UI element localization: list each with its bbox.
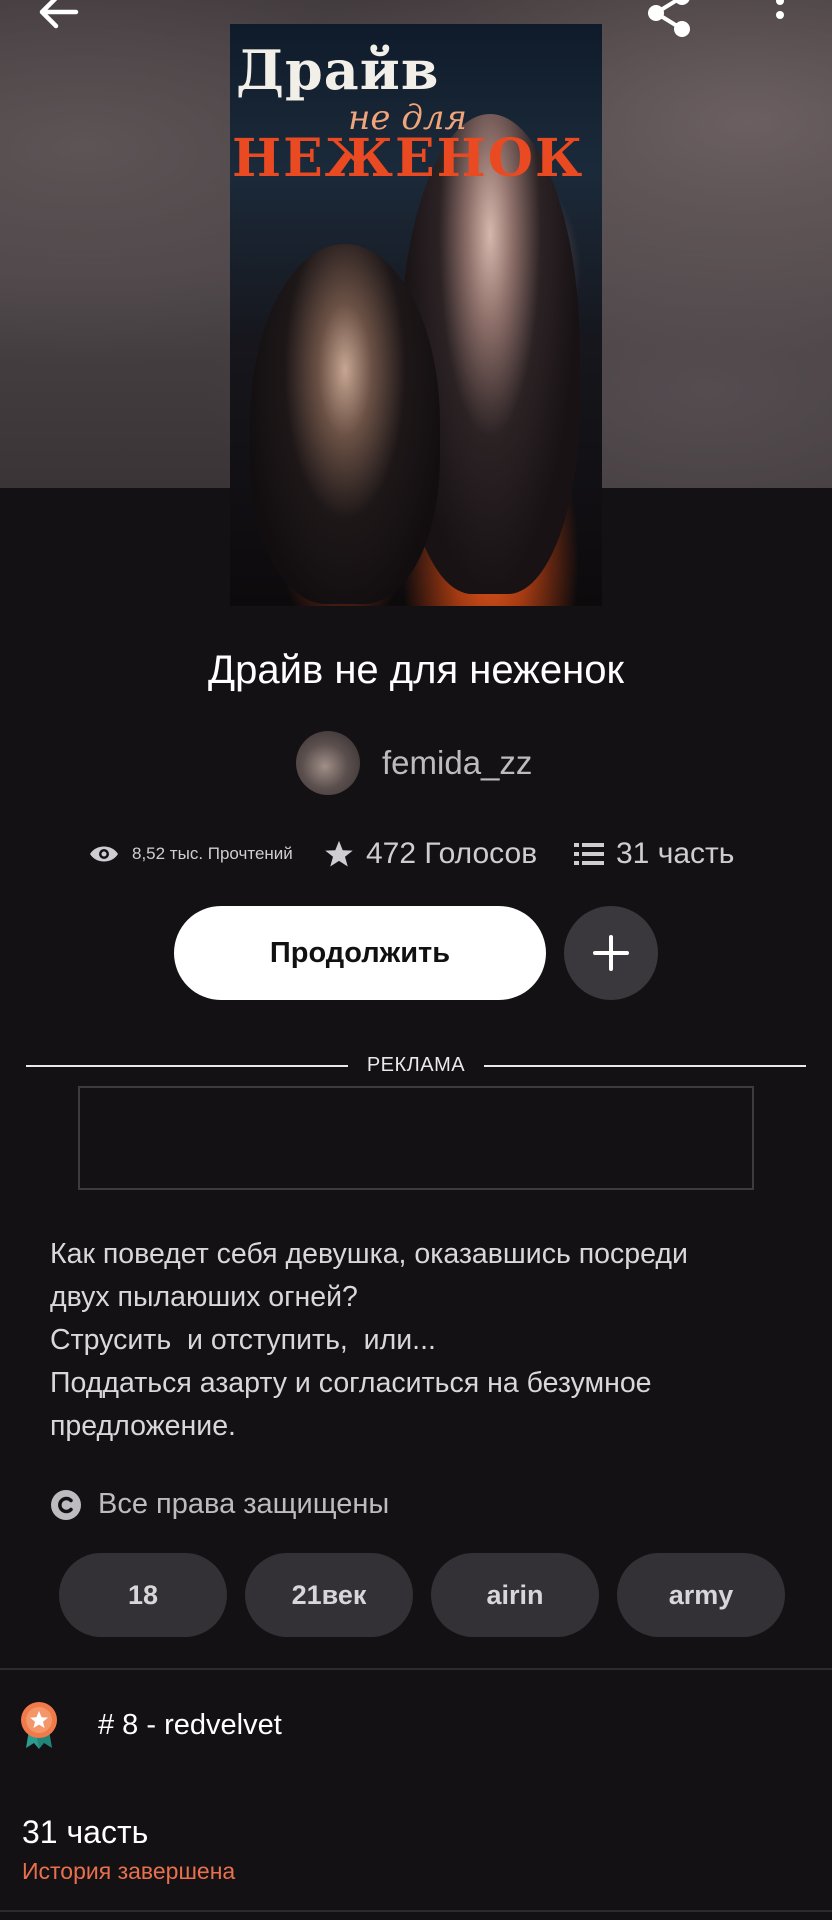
description-line: Как поведет себя девушка, оказавшись пос… <box>50 1238 688 1270</box>
list-icon <box>574 843 604 865</box>
share-icon <box>648 0 690 37</box>
author-name[interactable]: femida_zz <box>382 744 532 782</box>
tag-chip[interactable]: airin <box>431 1553 599 1637</box>
more-vertical-icon <box>776 0 784 19</box>
parts-stat: 31 часть <box>574 837 774 871</box>
ranking-text: # 8 - redvelvet <box>98 1708 282 1741</box>
ranking-row[interactable]: # 8 - redvelvet <box>18 1700 282 1750</box>
story-title: Драйв не для неженок <box>208 648 624 692</box>
cover-title-line-1: Драйв <box>236 38 440 102</box>
reads-stat: 8,52 тыс. Прочтений <box>88 843 324 865</box>
plus-icon <box>593 935 629 971</box>
author-link[interactable]: femida_zz <box>296 730 532 796</box>
eye-icon <box>90 846 118 862</box>
more-options-button[interactable] <box>760 0 800 40</box>
cover-figure-man <box>250 244 440 604</box>
star-icon <box>325 840 353 867</box>
ranking-badge-icon <box>21 1702 57 1749</box>
copyright-icon <box>51 1489 81 1520</box>
ad-label: РЕКЛАМА <box>366 1054 466 1076</box>
story-cover-image[interactable]: Драйв не для НЕЖЕНОК <box>230 24 602 606</box>
votes-stat: 472 Голосов <box>324 837 574 871</box>
arrow-left-icon <box>39 0 79 29</box>
description-line: Поддаться азарту и согласиться на безумн… <box>50 1367 652 1399</box>
divider <box>484 1065 806 1067</box>
tag-chip[interactable]: army <box>617 1553 785 1637</box>
divider <box>26 1065 348 1067</box>
divider <box>0 1910 832 1912</box>
description-line: двух пылаюших огней? <box>50 1281 358 1313</box>
parts-section-title[interactable]: 31 часть <box>22 1814 148 1851</box>
reads-count: 8,52 тыс. Прочтений <box>132 844 293 863</box>
ad-label-row: РЕКЛАМА <box>26 1052 806 1080</box>
story-description: Как поведет себя девушка, оказавшись пос… <box>50 1233 790 1448</box>
description-line: Струсить и отступить, или... <box>50 1324 436 1356</box>
divider <box>0 1668 832 1670</box>
copyright-text: Все права защищены <box>98 1488 390 1520</box>
tag-chip[interactable]: 18 <box>59 1553 227 1637</box>
description-line: предложение. <box>50 1410 236 1442</box>
tag-chip[interactable]: 21век <box>245 1553 413 1637</box>
tag-list: 18 21век airin army <box>59 1553 785 1637</box>
ad-slot[interactable] <box>78 1086 754 1190</box>
back-button[interactable] <box>30 0 86 42</box>
add-to-library-button[interactable] <box>564 906 658 1000</box>
copyright-notice: Все права защищены <box>50 1488 389 1521</box>
story-stats: 8,52 тыс. Прочтений 472 Голосов 31 часть <box>88 826 788 882</box>
continue-reading-button[interactable]: Продолжить <box>174 906 546 1000</box>
share-button[interactable] <box>640 0 700 42</box>
cover-title: Драйв не для НЕЖЕНОК <box>230 24 602 189</box>
cover-title-line-3: НЕЖЕНОК <box>232 128 585 189</box>
parts-count: 31 часть <box>616 837 735 870</box>
votes-count: 472 Голосов <box>366 837 538 870</box>
avatar[interactable] <box>296 731 360 795</box>
story-status: История завершена <box>22 1858 236 1884</box>
